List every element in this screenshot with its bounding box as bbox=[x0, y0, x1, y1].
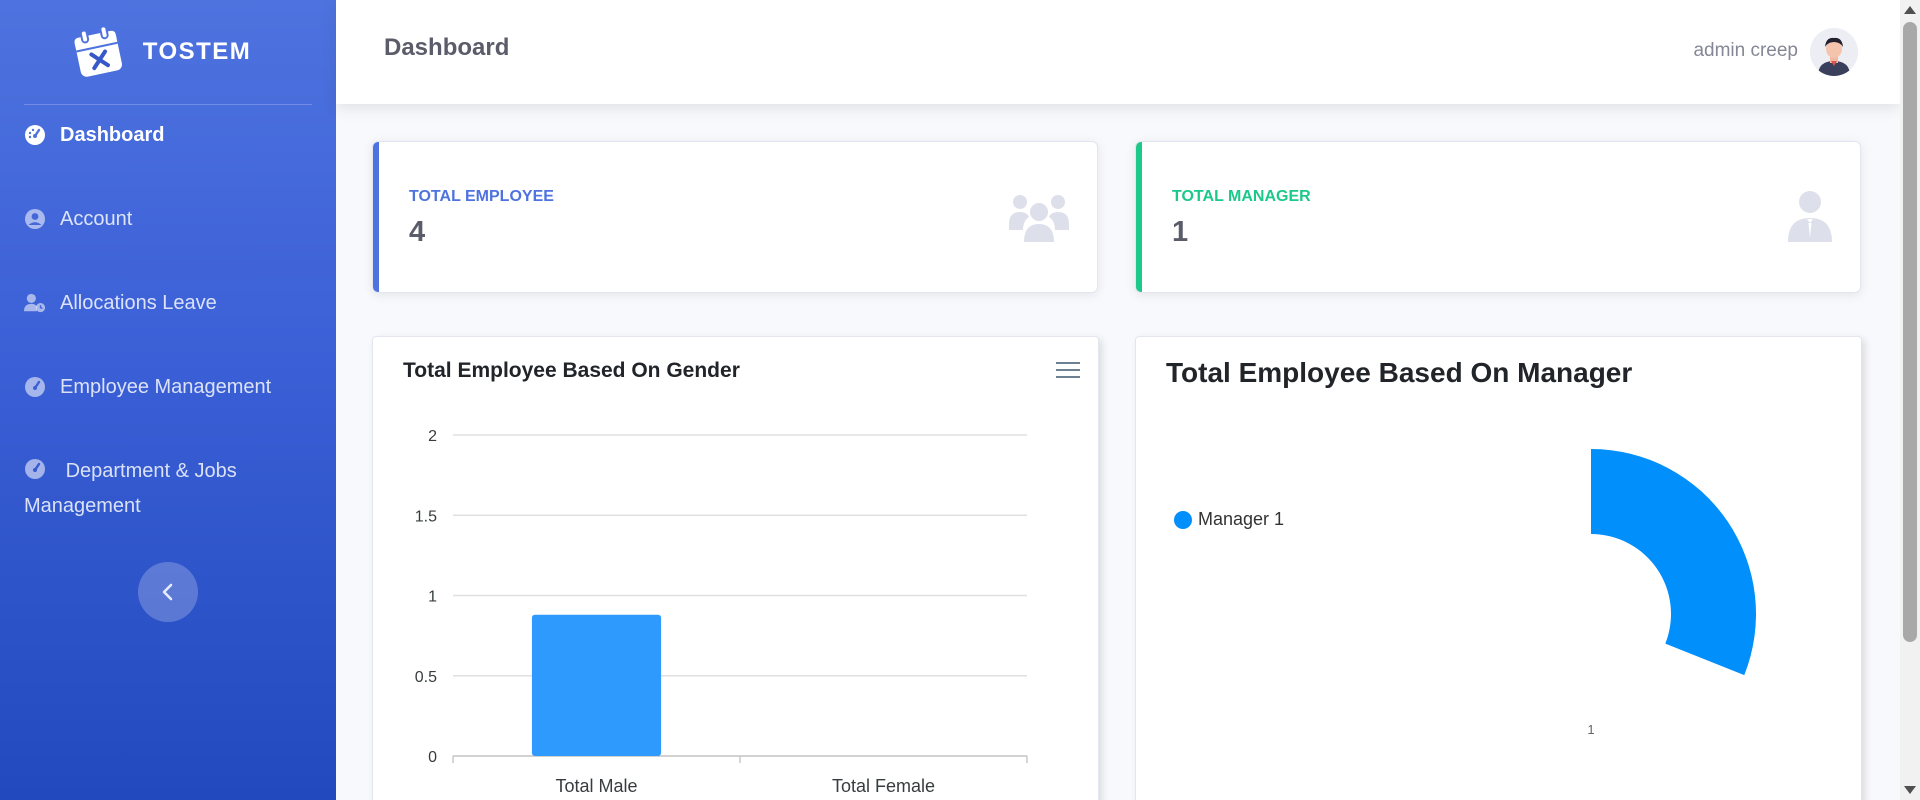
user-tie-icon bbox=[1788, 191, 1832, 242]
card-accent-bar bbox=[373, 142, 379, 292]
sidebar-item-label: Department & Jobs Management bbox=[24, 460, 237, 517]
brand-name: TOSTEM bbox=[142, 38, 252, 65]
total-employee-card: TOTAL EMPLOYEE 4 bbox=[372, 141, 1098, 293]
y-tick-label: 2 bbox=[428, 428, 437, 445]
avatar[interactable] bbox=[1810, 28, 1858, 76]
tachometer-icon bbox=[25, 459, 45, 479]
card-accent-bar bbox=[1136, 142, 1142, 292]
sidebar-item-label: Allocations Leave bbox=[60, 292, 217, 314]
sidebar-item-department-jobs[interactable]: Department & Jobs Management bbox=[0, 454, 336, 524]
x-tick-label: Total Male bbox=[555, 776, 637, 796]
sidebar-item-label: Employee Management bbox=[60, 376, 272, 398]
sidebar-toggle-button[interactable] bbox=[138, 562, 198, 622]
x-tick-label: Total Female bbox=[832, 776, 935, 796]
user-name[interactable]: admin creep bbox=[1693, 40, 1798, 62]
card-value: 1 bbox=[1172, 216, 1189, 248]
card-value: 4 bbox=[409, 216, 426, 248]
scrollbar[interactable] bbox=[1900, 0, 1920, 800]
pie-slice bbox=[1591, 449, 1756, 676]
sidebar-item-employee-management[interactable]: Employee Management bbox=[0, 370, 336, 405]
user-clock-icon bbox=[24, 293, 46, 313]
total-manager-card: TOTAL MANAGER 1 bbox=[1135, 141, 1861, 293]
sidebar-item-label: Dashboard bbox=[60, 124, 165, 146]
page-title: Dashboard bbox=[384, 34, 510, 61]
bar bbox=[531, 614, 662, 756]
y-tick-label: 1.5 bbox=[415, 508, 437, 525]
brand[interactable]: TOSTEM bbox=[0, 0, 336, 104]
sidebar: TOSTEM Dashboard Account Allocations Lea… bbox=[0, 0, 336, 800]
pie-chart: 1 bbox=[1587, 449, 1756, 737]
scroll-down-arrow-icon[interactable] bbox=[1904, 786, 1916, 794]
y-tick-label: 0 bbox=[428, 749, 437, 766]
tachometer-icon bbox=[25, 377, 45, 397]
card-label: TOTAL EMPLOYEE bbox=[409, 188, 554, 205]
user-avatar-icon bbox=[1810, 28, 1858, 76]
sidebar-item-dashboard[interactable]: Dashboard bbox=[0, 118, 336, 153]
sidebar-divider bbox=[24, 104, 312, 105]
bar-chart: 2 1.5 1 0.5 0 Total Male Total Female bbox=[415, 428, 1028, 796]
sidebar-item-label: Account bbox=[60, 208, 133, 230]
y-tick-label: 1 bbox=[428, 589, 437, 606]
tachometer-icon bbox=[25, 125, 45, 145]
scroll-up-arrow-icon[interactable] bbox=[1904, 6, 1916, 14]
users-icon bbox=[1009, 195, 1069, 242]
manager-chart-card: Total Employee Based On Manager Manager … bbox=[1135, 336, 1862, 800]
gender-chart-card: Total Employee Based On Gender 2 1.5 1 0.5 0… bbox=[372, 336, 1099, 800]
y-tick-label: 0.5 bbox=[415, 669, 437, 686]
sidebar-item-allocations-leave[interactable]: Allocations Leave bbox=[0, 286, 336, 321]
sidebar-nav: Dashboard Account Allocations Leave Empl… bbox=[0, 118, 336, 524]
pie-data-label: 1 bbox=[1587, 722, 1594, 737]
calendar-x-icon bbox=[74, 25, 122, 77]
card-label: TOTAL MANAGER bbox=[1172, 188, 1311, 205]
user-circle-icon bbox=[25, 209, 45, 229]
chevron-left-icon bbox=[162, 583, 173, 601]
topbar: Dashboard admin creep bbox=[336, 0, 1900, 104]
sidebar-item-account[interactable]: Account bbox=[0, 202, 336, 237]
scroll-thumb[interactable] bbox=[1903, 22, 1917, 642]
